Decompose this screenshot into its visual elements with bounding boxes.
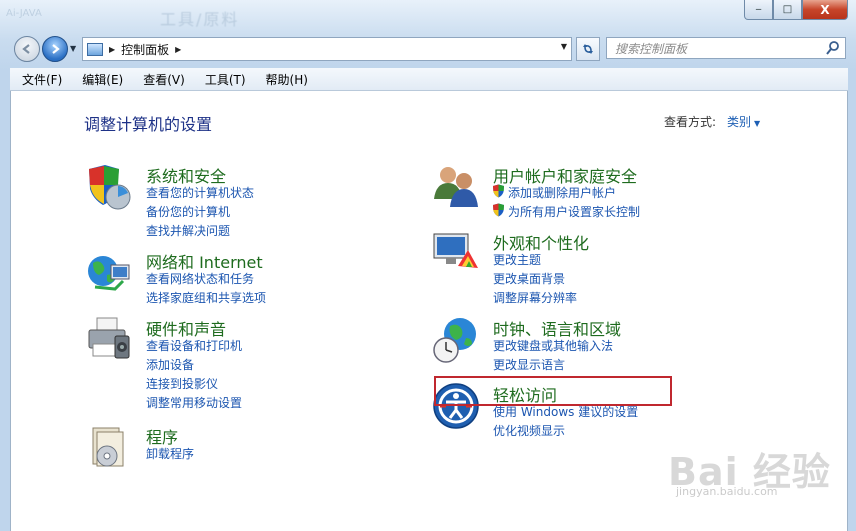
highlight-annotation-box (434, 376, 672, 406)
close-button[interactable]: X (802, 0, 848, 20)
window-controls: ‒ □ X (744, 0, 848, 20)
search-box (606, 37, 846, 59)
refresh-icon (583, 44, 593, 54)
clock-globe-icon[interactable] (432, 316, 480, 364)
navigation-bar: ▼ ▶ 控制面板 ▶ ▼ (0, 34, 856, 64)
search-icon[interactable] (825, 40, 841, 56)
minimize-button[interactable]: ‒ (744, 0, 773, 20)
view-by-value: 类别 (727, 115, 752, 129)
link-display-language[interactable]: 更改显示语言 (493, 356, 565, 373)
link-add-device[interactable]: 添加设备 (146, 356, 194, 373)
view-by-label: 查看方式: (664, 115, 717, 129)
main-content: 调整计算机的设置 查看方式: 类别 ▼ 系统和安全 查看您的计算机状态 备份您的计… (10, 91, 848, 531)
printer-icon[interactable] (85, 316, 133, 364)
link-mobility-settings[interactable]: 调整常用移动设置 (146, 394, 242, 411)
link-keyboard-input[interactable]: 更改键盘或其他输入法 (493, 337, 613, 354)
page-title: 调整计算机的设置 (84, 115, 213, 134)
title-bar[interactable]: Ai-JAVA 工具/原料 ‒ □ X (0, 0, 856, 32)
link-uninstall-program[interactable]: 卸载程序 (146, 445, 194, 462)
link-view-computer-status[interactable]: 查看您的计算机状态 (146, 184, 254, 201)
link-parental-controls[interactable]: 为所有用户设置家长控制 (508, 203, 640, 220)
link-homegroup-sharing[interactable]: 选择家庭组和共享选项 (146, 289, 266, 306)
forward-arrow-icon (52, 44, 60, 54)
back-arrow-icon (22, 44, 30, 54)
link-desktop-background[interactable]: 更改桌面背景 (493, 270, 565, 287)
menu-tools[interactable]: 工具(T) (193, 71, 254, 88)
link-optimize-display[interactable]: 优化视频显示 (493, 422, 565, 439)
display-palette-icon[interactable] (432, 230, 480, 278)
programs-icon[interactable] (85, 424, 133, 472)
forward-button[interactable] (42, 36, 68, 62)
network-globe-icon[interactable] (85, 249, 133, 297)
link-change-theme[interactable]: 更改主题 (493, 251, 541, 268)
link-add-remove-user[interactable]: 添加或删除用户帐户 (508, 184, 616, 201)
search-input[interactable] (613, 39, 817, 59)
shield-icon[interactable] (85, 163, 133, 211)
address-bar[interactable]: ▶ 控制面板 ▶ ▼ (82, 37, 572, 61)
link-troubleshoot[interactable]: 查找并解决问题 (146, 222, 230, 239)
maximize-button[interactable]: □ (773, 0, 802, 20)
chevron-down-icon: ▼ (754, 119, 761, 128)
control-panel-icon (87, 42, 103, 56)
breadcrumb-separator-icon[interactable]: ▶ (109, 45, 115, 54)
link-connect-projector[interactable]: 连接到投影仪 (146, 375, 218, 392)
background-window-title: 工具/原料 (160, 10, 240, 29)
breadcrumb-separator-icon[interactable]: ▶ (175, 45, 181, 54)
view-by-dropdown[interactable]: 类别 ▼ (727, 113, 760, 130)
menu-file[interactable]: 文件(F) (10, 71, 70, 88)
menu-bar: 文件(F) 编辑(E) 查看(V) 工具(T) 帮助(H) (10, 68, 848, 91)
background-window-text: Ai-JAVA (6, 8, 42, 19)
breadcrumb-control-panel[interactable]: 控制面板 (121, 41, 169, 58)
back-button[interactable] (14, 36, 40, 62)
uac-shield-icon (493, 203, 504, 217)
link-devices-printers[interactable]: 查看设备和打印机 (146, 337, 242, 354)
watermark-url: jingyan.baidu.com (676, 485, 778, 498)
link-screen-resolution[interactable]: 调整屏幕分辨率 (493, 289, 577, 306)
menu-help[interactable]: 帮助(H) (254, 71, 316, 88)
link-backup-computer[interactable]: 备份您的计算机 (146, 203, 230, 220)
refresh-button[interactable] (576, 37, 600, 61)
control-panel-window: Ai-JAVA 工具/原料 ‒ □ X ▼ ▶ 控制面板 ▶ ▼ 搜索控制面板 … (0, 0, 856, 531)
uac-shield-icon (493, 184, 504, 198)
recent-pages-dropdown-icon[interactable]: ▼ (70, 44, 76, 53)
link-network-status[interactable]: 查看网络状态和任务 (146, 270, 254, 287)
menu-view[interactable]: 查看(V) (131, 71, 193, 88)
baidu-watermark: Bai 经验 jingyan.baidu.com (668, 441, 831, 498)
menu-edit[interactable]: 编辑(E) (70, 71, 131, 88)
address-dropdown-icon[interactable]: ▼ (561, 42, 567, 51)
users-icon[interactable] (432, 163, 480, 211)
